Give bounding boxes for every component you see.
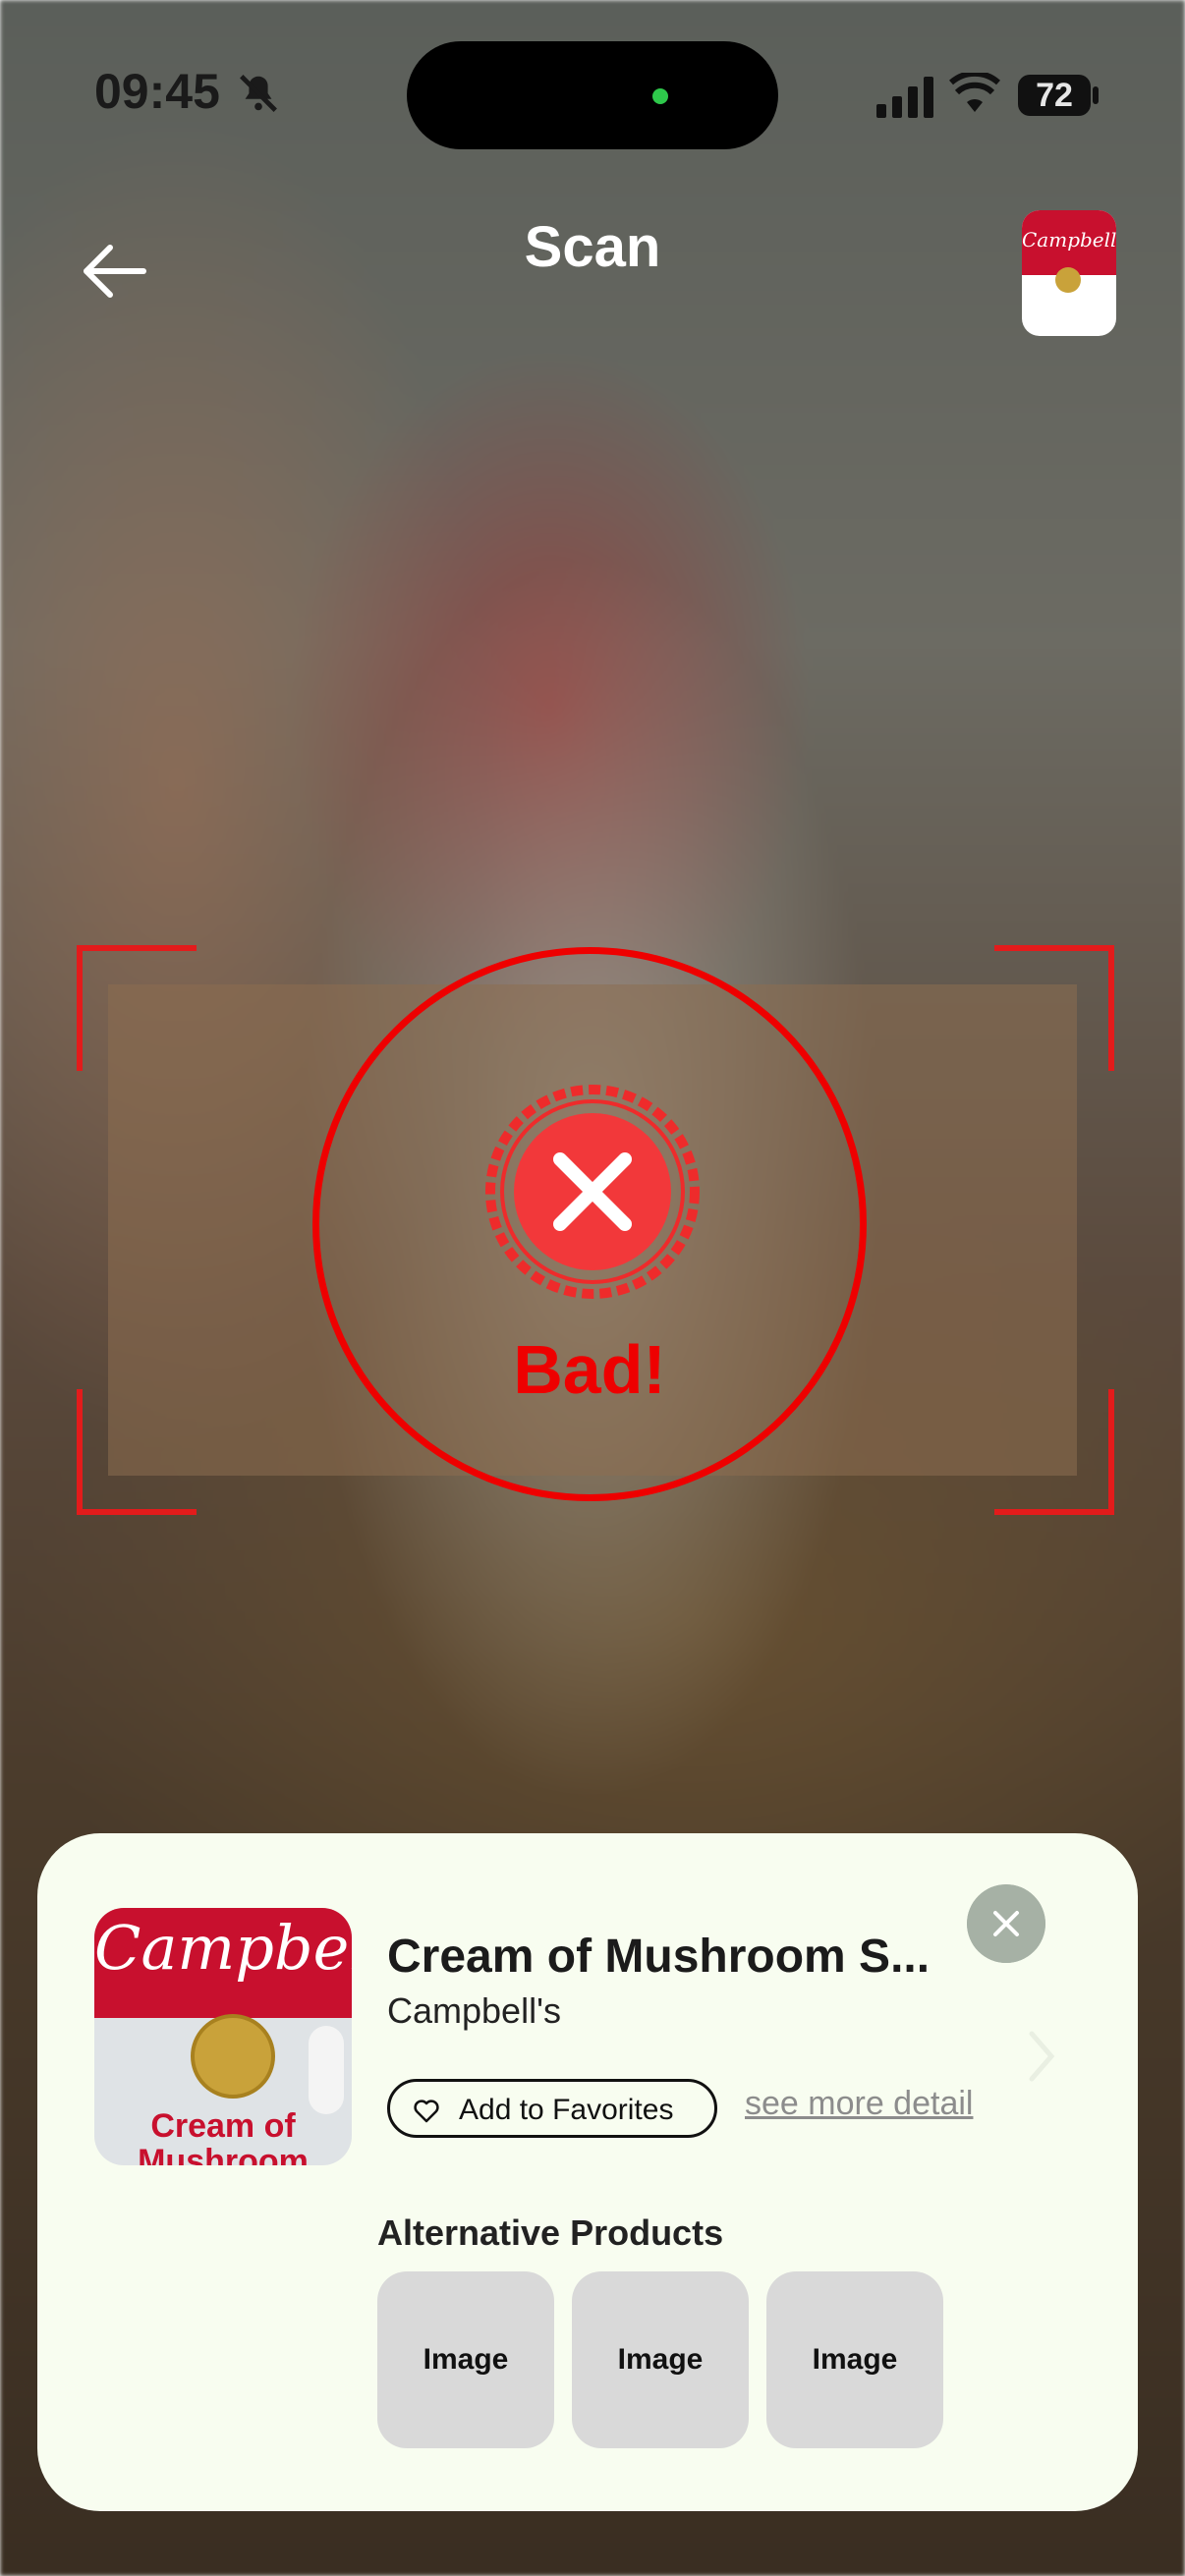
- scan-corner-top-right: [994, 945, 1114, 1071]
- thumbnail-brand: Campbell's: [1022, 228, 1116, 252]
- add-to-favorites-label: Add to Favorites: [459, 2094, 674, 2126]
- battery-nub: [1093, 86, 1099, 104]
- wifi-icon: [949, 73, 1000, 112]
- product-name: Cream of Mushroom S...: [387, 1931, 931, 1983]
- cellular-signal-icon: [876, 77, 933, 118]
- scan-corner-bottom-right: [994, 1389, 1114, 1515]
- result-sheet: Campbell's Cream of Mushroom Cream of Mu…: [37, 1833, 1138, 2511]
- status-time: 09:45: [94, 64, 220, 119]
- alternative-product-card[interactable]: Image: [766, 2271, 943, 2448]
- page-title: Scan: [524, 215, 661, 279]
- medal-icon: [191, 2014, 275, 2099]
- scanned-product-thumbnail[interactable]: Campbell's: [1022, 210, 1116, 336]
- product-image-label: Cream of Mushroom: [138, 2107, 309, 2165]
- alternative-product-card[interactable]: Image: [572, 2271, 749, 2448]
- bell-slash-icon: [240, 75, 277, 112]
- camera-indicator: [652, 88, 668, 104]
- alternative-product-card[interactable]: Image: [377, 2271, 554, 2448]
- product-brand: Campbell's: [387, 1990, 561, 2031]
- close-button[interactable]: [967, 1884, 1045, 1963]
- product-image[interactable]: Campbell's Cream of Mushroom: [94, 1908, 352, 2165]
- scan-corner-top-left: [77, 945, 197, 1071]
- verdict-label: Bad!: [513, 1331, 666, 1408]
- see-more-detail-link[interactable]: see more detail: [745, 2085, 973, 2123]
- dynamic-island: [407, 41, 778, 149]
- scan-corner-bottom-left: [77, 1389, 197, 1515]
- alternatives-heading: Alternative Products: [377, 2212, 724, 2253]
- product-image-brand: Campbell's: [94, 1912, 352, 1984]
- status-bar: 09:45 72: [0, 0, 1185, 187]
- heart-icon: [414, 2100, 439, 2123]
- x-badge-icon: [485, 1085, 700, 1299]
- battery-icon: 72: [1018, 75, 1091, 116]
- add-to-favorites-button[interactable]: Add to Favorites: [387, 2079, 717, 2138]
- chevron-right-icon[interactable]: [1022, 2022, 1061, 2091]
